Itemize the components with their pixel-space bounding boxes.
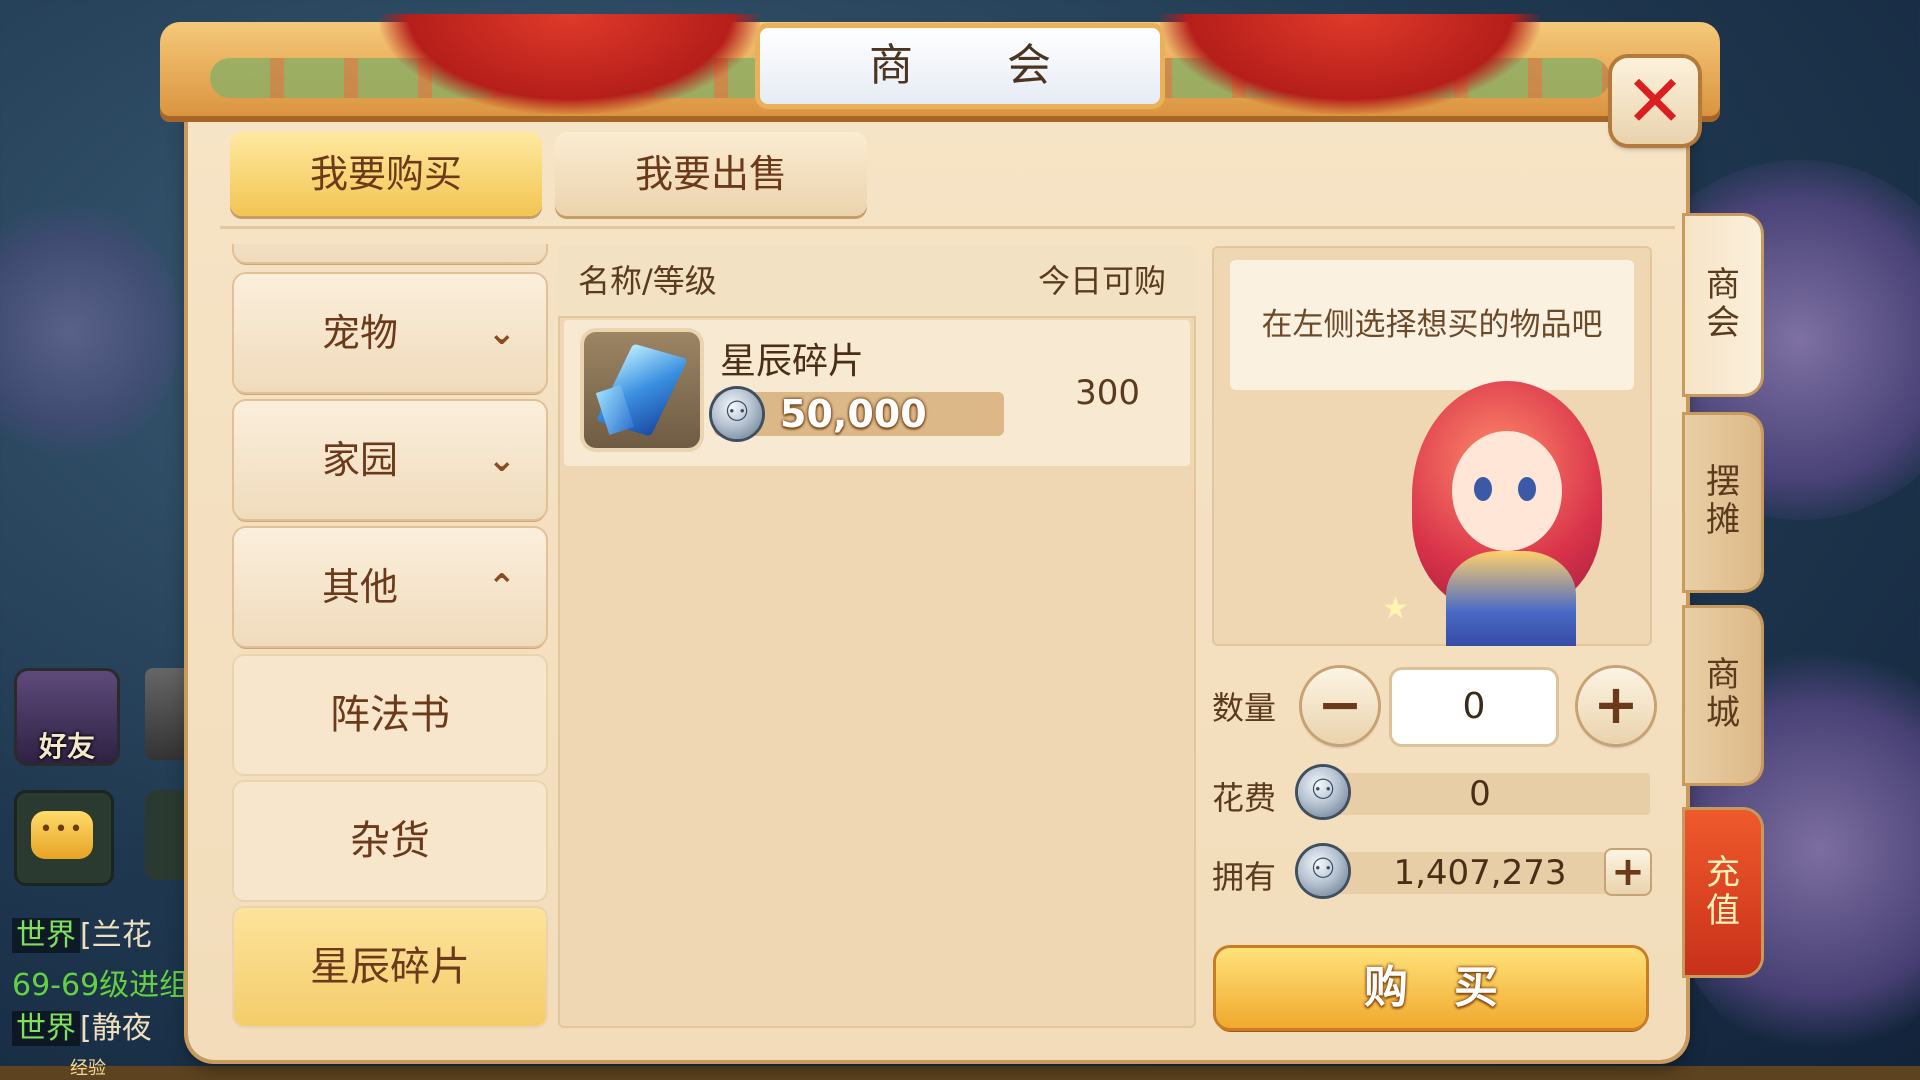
side-tab-recharge[interactable]: 充值	[1685, 810, 1761, 975]
ribbon-decoration	[380, 14, 760, 114]
merchant-npc-illustration: ★	[1372, 371, 1642, 646]
side-tab-mall[interactable]: 商城	[1685, 608, 1761, 783]
experience-label: 经验	[70, 1058, 106, 1079]
cost-value-bar: 0	[1310, 773, 1650, 815]
chat-line[interactable]: 世界 [兰花	[12, 910, 152, 954]
subcategory-sundries[interactable]: 杂货	[234, 782, 546, 900]
side-tab-stall[interactable]: 摆摊	[1685, 415, 1761, 590]
subcategory-formation-book[interactable]: 阵法书	[234, 656, 546, 774]
chat-line[interactable]: 69-69级进组	[12, 960, 189, 1004]
divider	[220, 226, 1675, 229]
chat-button[interactable]	[14, 790, 114, 886]
silver-coin-icon	[1298, 846, 1348, 896]
plus-icon: +	[1593, 673, 1639, 736]
side-tab-chamber-of-commerce[interactable]: 商会	[1685, 216, 1761, 394]
npc-eye	[1474, 477, 1492, 501]
ribbon-decoration	[1160, 14, 1540, 114]
item-price: 50,000	[780, 392, 927, 436]
item-price-bar: 50,000	[712, 389, 1004, 439]
quantity-label: 数量	[1212, 689, 1277, 727]
close-x-icon: ✕	[1624, 59, 1686, 143]
owned-value: 1,407,273	[1393, 853, 1567, 893]
chevron-down-icon: ⌄	[487, 440, 517, 480]
side-tab-label: 摆摊	[1706, 462, 1740, 540]
item-name: 星辰碎片	[720, 341, 865, 382]
background-blossom	[0, 200, 180, 460]
side-tab-label: 充值	[1706, 853, 1740, 931]
item-today-count: 300	[1075, 373, 1140, 413]
experience-bar: 经验	[0, 1058, 1920, 1080]
add-currency-button[interactable]: +	[1606, 850, 1650, 894]
subcategory-star-shard[interactable]: 星辰碎片	[234, 908, 546, 1026]
quantity-increase-button[interactable]: +	[1578, 668, 1654, 744]
window-title: 商 会	[869, 40, 1091, 91]
header-name-level: 名称/等级	[578, 262, 717, 300]
category-other[interactable]: 其他 ⌃	[234, 528, 546, 646]
category-label: 家园	[321, 438, 398, 482]
npc-eye	[1518, 477, 1536, 501]
crystal-shard-icon	[584, 332, 700, 448]
silver-coin-icon	[712, 389, 762, 439]
item-list: 名称/等级 今日可购 星辰碎片 50,000 300	[558, 246, 1196, 1028]
owned-value-bar: 1,407,273	[1310, 852, 1650, 894]
buy-label: 购买	[1364, 962, 1544, 1013]
info-panel: 在左侧选择想买的物品吧 ★	[1212, 246, 1652, 646]
chat-text: [兰花	[80, 918, 152, 953]
category-label: 其他	[321, 565, 398, 609]
friends-button[interactable]: 好友	[14, 668, 120, 766]
category-home[interactable]: 家园 ⌄	[234, 401, 546, 519]
chat-channel-tag: 世界	[12, 1011, 80, 1046]
buy-button[interactable]: 购买	[1216, 948, 1646, 1028]
tab-buy[interactable]: 我要购买	[230, 132, 542, 216]
minus-icon: −	[1317, 673, 1363, 736]
cost-value: 0	[1469, 774, 1491, 814]
chevron-down-icon: ⌄	[487, 313, 517, 353]
owned-label: 拥有	[1212, 858, 1277, 896]
header-today-available: 今日可购	[1037, 262, 1166, 300]
chat-channel-tag: 世界	[12, 918, 80, 953]
category-label: 宠物	[321, 311, 398, 355]
tab-sell[interactable]: 我要出售	[555, 132, 867, 216]
chevron-up-icon: ⌃	[487, 567, 517, 607]
side-tab-label: 商会	[1706, 265, 1740, 343]
category-pets[interactable]: 宠物 ⌄	[234, 274, 546, 392]
list-item[interactable]: 星辰碎片 50,000 300	[564, 320, 1190, 466]
side-tab-label: 商城	[1706, 655, 1740, 733]
npc-face	[1452, 431, 1562, 551]
chat-text: 69-69级进组	[12, 968, 190, 1003]
category-list[interactable]: 宠物 ⌄ 家园 ⌄ 其他 ⌃ 阵法书 杂货 星辰碎片	[232, 244, 550, 1032]
cost-label: 花费	[1212, 779, 1277, 817]
npc-body	[1446, 551, 1576, 646]
quantity-input[interactable]: 0	[1392, 670, 1556, 744]
chat-line[interactable]: 世界 [静夜	[12, 1003, 152, 1047]
chat-bubble-icon	[31, 811, 93, 859]
item-list-header: 名称/等级 今日可购	[558, 246, 1196, 318]
window-title-plate: 商 会	[760, 28, 1160, 104]
silver-coin-icon	[1298, 767, 1348, 817]
quantity-decrease-button[interactable]: −	[1302, 668, 1378, 744]
chat-text: [静夜	[80, 1011, 152, 1046]
friends-label: 好友	[38, 730, 95, 763]
category-item-partial[interactable]	[234, 244, 546, 262]
sparkle-icon: ★	[1382, 591, 1409, 626]
close-button[interactable]: ✕	[1612, 58, 1698, 144]
